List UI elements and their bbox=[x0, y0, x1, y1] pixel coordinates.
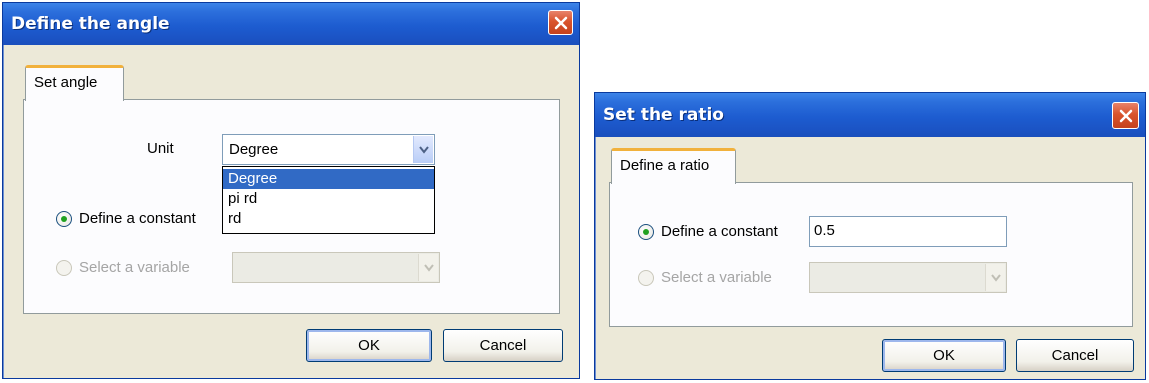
close-button[interactable] bbox=[1112, 102, 1139, 129]
dropdown-button[interactable] bbox=[413, 136, 433, 163]
tab-set-angle[interactable]: Set angle bbox=[25, 65, 124, 101]
dropdown-button[interactable] bbox=[985, 264, 1005, 291]
unit-option-degree[interactable]: Degree bbox=[223, 169, 434, 189]
close-button[interactable] bbox=[548, 10, 573, 35]
chevron-down-icon bbox=[424, 263, 434, 272]
unit-option-pi-rd[interactable]: pi rd bbox=[223, 189, 434, 209]
close-icon bbox=[554, 16, 568, 30]
define-constant-label: Define a constant bbox=[661, 223, 778, 240]
define-constant-radio[interactable] bbox=[638, 224, 654, 240]
ok-button[interactable]: OK bbox=[882, 339, 1006, 372]
tab-label: Set angle bbox=[34, 74, 98, 91]
close-icon bbox=[1119, 109, 1133, 123]
variable-select[interactable] bbox=[809, 262, 1007, 293]
define-angle-dialog: Define the angle Set angle Unit Degree D… bbox=[2, 2, 580, 379]
chevron-down-icon bbox=[991, 273, 1001, 282]
select-variable-radio[interactable] bbox=[638, 270, 654, 286]
unit-option-rd[interactable]: rd bbox=[223, 209, 434, 229]
unit-dropdown-list: Degree pi rd rd bbox=[222, 166, 435, 234]
ok-button[interactable]: OK bbox=[306, 329, 432, 362]
dialog-title: Set the ratio bbox=[603, 105, 724, 125]
tab-define-ratio[interactable]: Define a ratio bbox=[611, 148, 736, 184]
cancel-button[interactable]: Cancel bbox=[1016, 339, 1134, 372]
define-constant-label: Define a constant bbox=[79, 210, 196, 227]
define-constant-radio[interactable] bbox=[56, 211, 72, 227]
title-bar[interactable]: Define the angle bbox=[3, 3, 579, 45]
unit-label: Unit bbox=[147, 140, 174, 157]
chevron-down-icon bbox=[419, 145, 429, 154]
select-variable-label: Select a variable bbox=[79, 259, 190, 276]
dialog-title: Define the angle bbox=[11, 14, 170, 34]
select-variable-label: Select a variable bbox=[661, 269, 772, 286]
title-bar[interactable]: Set the ratio bbox=[595, 93, 1145, 137]
select-variable-radio[interactable] bbox=[56, 260, 72, 276]
variable-select[interactable] bbox=[232, 252, 440, 283]
dropdown-button[interactable] bbox=[418, 254, 438, 281]
tab-label: Define a ratio bbox=[620, 157, 710, 174]
constant-value-input[interactable]: 0.5 bbox=[809, 216, 1007, 247]
cancel-button[interactable]: Cancel bbox=[443, 329, 563, 362]
unit-selected-value: Degree bbox=[229, 141, 279, 158]
unit-select[interactable]: Degree bbox=[222, 134, 435, 165]
set-ratio-dialog: Set the ratio Define a ratio Define a co… bbox=[594, 92, 1146, 380]
tab-panel bbox=[609, 182, 1133, 327]
